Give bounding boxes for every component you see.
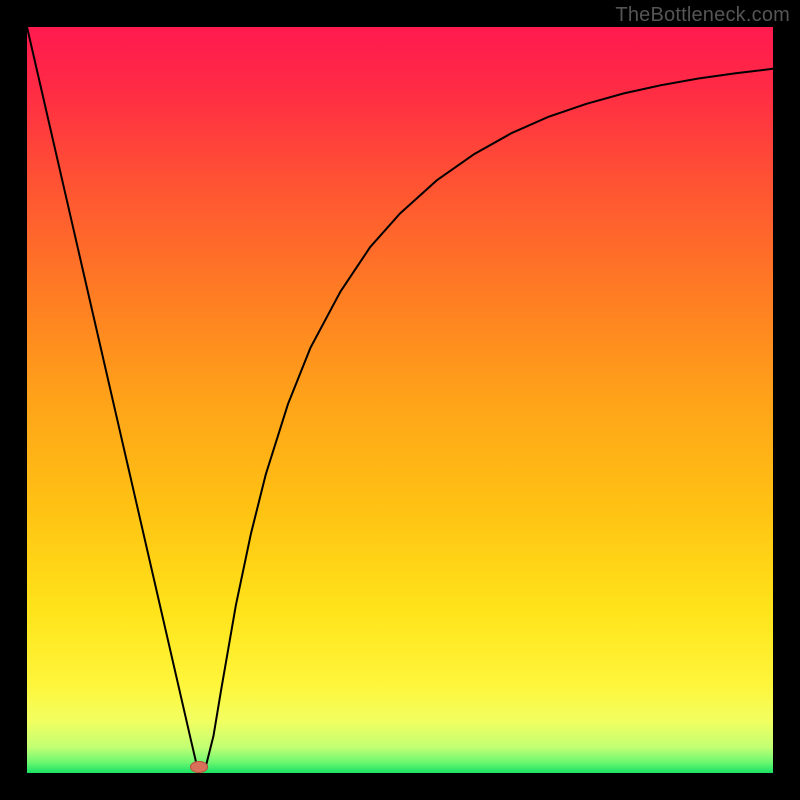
watermark-text: TheBottleneck.com bbox=[615, 4, 790, 27]
bottleneck-curve bbox=[27, 27, 773, 773]
chart-frame: TheBottleneck.com bbox=[0, 0, 800, 800]
min-point-marker bbox=[190, 761, 208, 773]
plot-area bbox=[27, 27, 773, 773]
